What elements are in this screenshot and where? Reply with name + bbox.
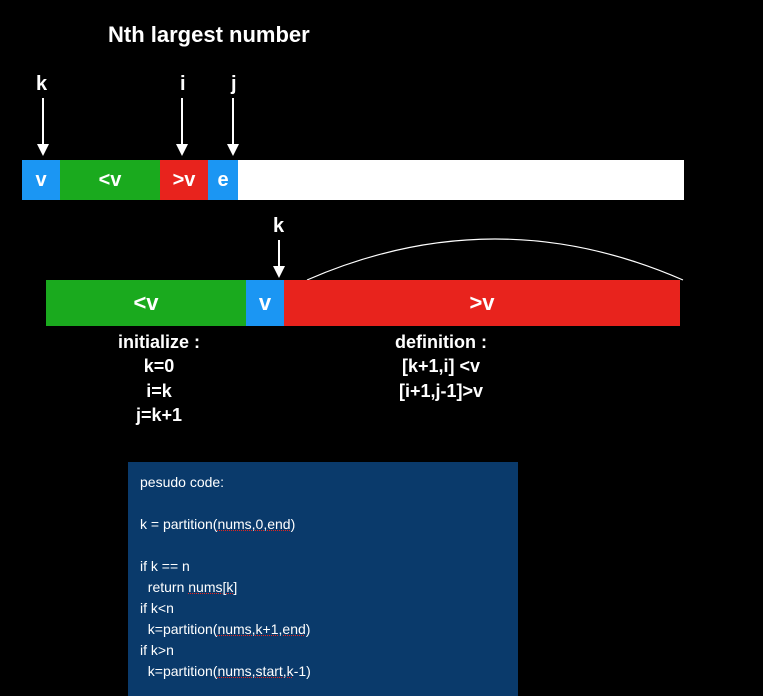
dotted-underline-text: nums,0,end — [217, 516, 290, 532]
initialize-block: initialize : k=0 i=k j=k+1 — [118, 330, 200, 427]
pointer-k-label-row2: k — [273, 215, 284, 238]
code-line: k = partition(nums,0,end) — [140, 514, 506, 535]
code-line: if k>n — [140, 640, 506, 661]
code-line: if k == n — [140, 556, 506, 577]
greater-than-segment: >v — [284, 280, 680, 326]
pivot-segment: v — [22, 160, 60, 200]
definition-line: [i+1,j-1]>v — [395, 379, 487, 403]
arrow-down-icon — [224, 98, 242, 156]
pointer-k-label: k — [36, 73, 47, 96]
less-than-segment: <v — [46, 280, 246, 326]
initialize-line: k=0 — [118, 354, 200, 378]
code-blank — [140, 493, 506, 514]
pointer-i-label: i — [180, 73, 186, 96]
definition-header: definition : — [395, 330, 487, 354]
pointer-j-label: j — [231, 73, 237, 96]
partition-bar-result: <v v >v — [46, 280, 680, 326]
partition-bar-initial: v <v >v e — [22, 160, 684, 200]
code-line — [140, 535, 506, 556]
code-header: pesudo code: — [140, 472, 506, 493]
initialize-line: i=k — [118, 379, 200, 403]
less-than-segment: <v — [60, 160, 160, 200]
code-line: k=partition(nums,start,k-1) — [140, 661, 506, 682]
unprocessed-segment — [238, 160, 684, 200]
code-line: if k<n — [140, 598, 506, 619]
dotted-underline-text: nums[k — [188, 579, 233, 595]
definition-line: [k+1,i] <v — [395, 354, 487, 378]
arrow-down-icon — [34, 98, 52, 156]
code-line: k=partition(nums,k+1,end) — [140, 619, 506, 640]
diagram-title: Nth largest number — [108, 22, 310, 48]
arrow-down-icon — [270, 240, 288, 278]
initialize-line: j=k+1 — [118, 403, 200, 427]
dotted-underline-text: nums,k+1,end — [217, 621, 305, 637]
end-segment: e — [208, 160, 238, 200]
arrow-down-icon — [173, 98, 191, 156]
arc-curve — [305, 228, 685, 287]
pseudocode-box: pesudo code: k = partition(nums,0,end) i… — [128, 462, 518, 696]
definition-block: definition : [k+1,i] <v [i+1,j-1]>v — [395, 330, 487, 403]
code-line: return nums[k] — [140, 577, 506, 598]
greater-than-segment: >v — [160, 160, 208, 200]
initialize-header: initialize : — [118, 330, 200, 354]
pivot-segment: v — [246, 280, 284, 326]
dotted-underline-text: nums,start,k — [217, 663, 293, 679]
